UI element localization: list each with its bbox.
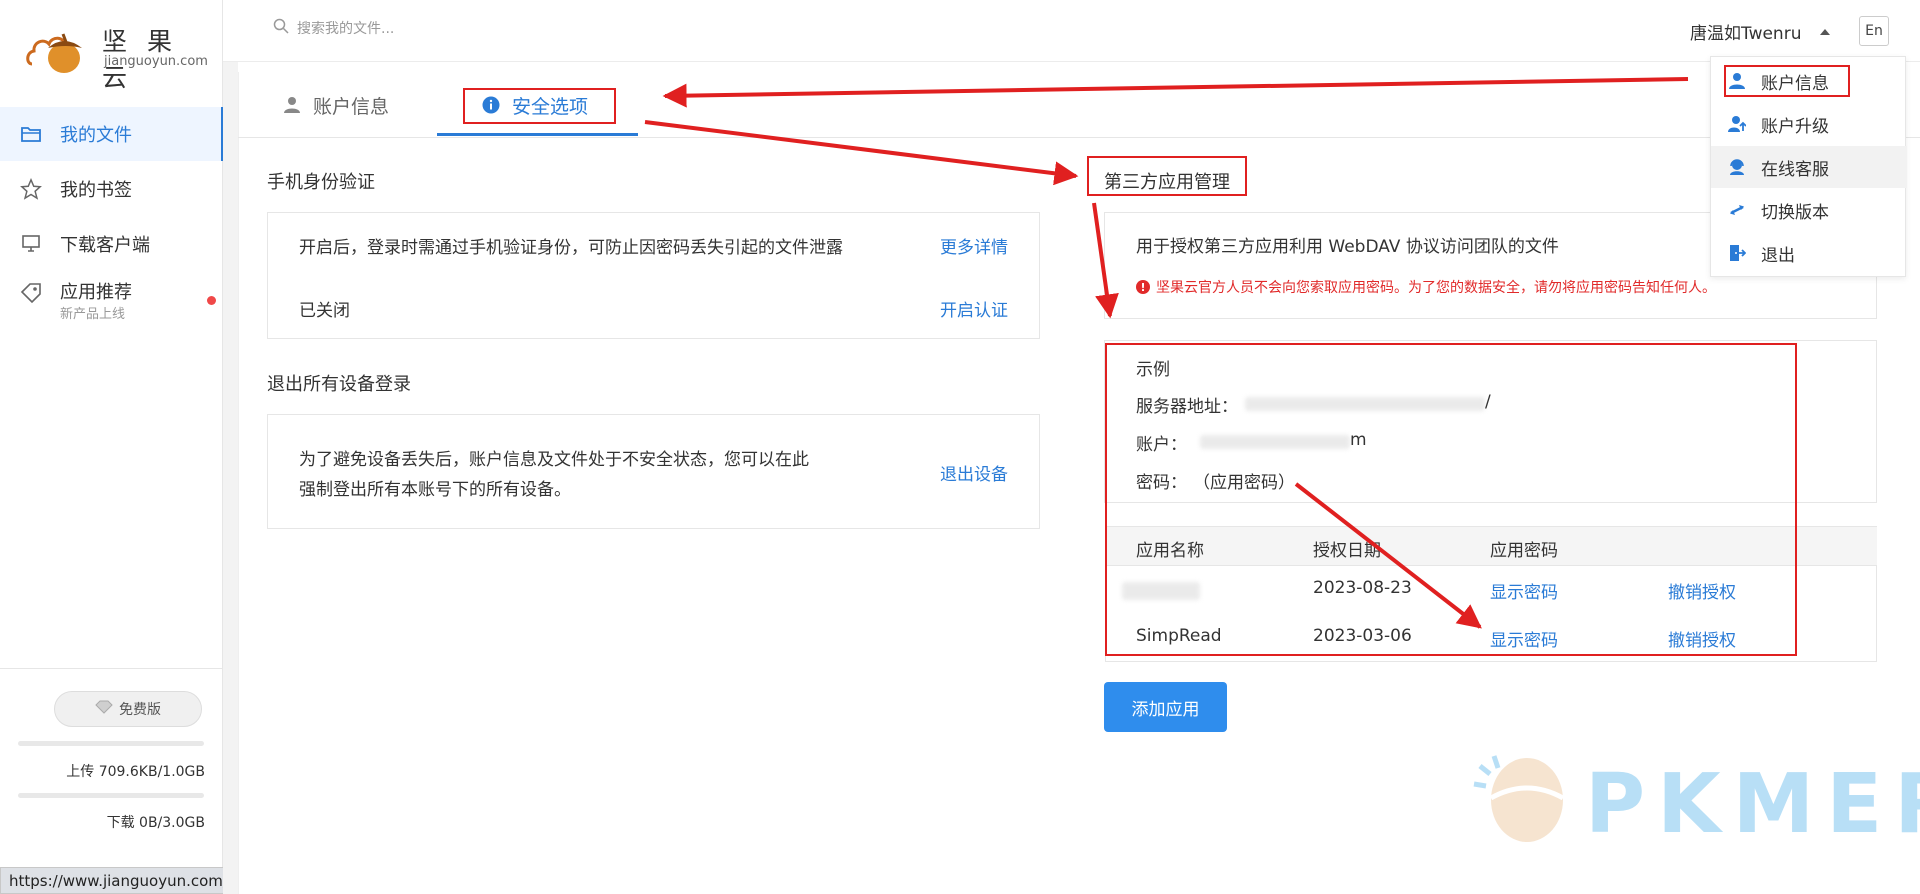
plan-label: 免费版 — [119, 702, 161, 718]
diamond-icon — [95, 700, 113, 718]
star-icon — [20, 178, 42, 200]
brand-logo[interactable]: 坚 果 云 jianguoyun.com — [26, 20, 208, 92]
warning-text: 坚果云官方人员不会向您索取应用密码。为了您的数据安全，请勿将应用密码告知任何人。 — [1156, 280, 1716, 296]
upload-quota-bar — [18, 741, 204, 746]
pkmer-logo-icon — [1473, 755, 1565, 842]
logout-all-title: 退出所有设备登录 — [267, 374, 411, 395]
notification-dot — [207, 296, 216, 305]
phone-auth-card: 开启后，登录时需通过手机验证身份，可防止因密码丢失引起的文件泄露 更多详情 已关… — [267, 212, 1040, 339]
user-icon — [283, 96, 301, 114]
sidebar-item-sublabel: 新产品上线 — [60, 307, 126, 322]
third-party-description: 用于授权第三方应用利用 WebDAV 协议访问团队的文件 — [1136, 237, 1559, 257]
content-gutter — [223, 62, 238, 894]
sidebar-item-app-recommend[interactable]: 应用推荐 新产品上线 — [0, 272, 223, 326]
switch-icon — [1727, 200, 1747, 220]
sidebar-item-label: 我的书签 — [60, 180, 132, 201]
folder-icon — [20, 123, 42, 145]
caret-up-icon[interactable] — [1820, 29, 1830, 35]
upload-quota-text: 上传 709.6KB/1.0GB — [66, 764, 205, 780]
language-button[interactable]: En — [1859, 16, 1889, 46]
annotation-box-app-details — [1105, 343, 1797, 656]
watermark-text: PKMER — [1585, 757, 1920, 852]
menu-item-label: 在线客服 — [1761, 159, 1829, 180]
phone-auth-status: 已关闭 — [299, 301, 350, 321]
search-icon — [273, 18, 289, 38]
menu-item-label: 退出 — [1761, 245, 1795, 266]
tag-icon — [20, 282, 42, 304]
brand-domain: jianguoyun.com — [104, 54, 208, 69]
menu-item-online-support[interactable]: 在线客服 — [1711, 146, 1907, 188]
sidebar-item-bookmarks[interactable]: 我的书签 — [0, 162, 223, 216]
top-bar: 搜索我的文件... 唐温如Twenru En — [223, 0, 1920, 62]
menu-item-label: 账户升级 — [1761, 116, 1829, 137]
add-app-button[interactable]: 添加应用 — [1104, 682, 1227, 732]
search-input[interactable]: 搜索我的文件... — [297, 18, 394, 38]
more-details-link[interactable]: 更多详情 — [940, 233, 1008, 258]
sidebar-item-label: 下载客户端 — [60, 235, 150, 256]
security-warning: ! 坚果云官方人员不会向您索取应用密码。为了您的数据安全，请勿将应用密码告知任何… — [1136, 277, 1716, 297]
logout-description-line1: 为了避免设备丢失后，账户信息及文件处于不安全状态，您可以在此 — [299, 450, 809, 470]
download-quota-bar — [18, 793, 204, 798]
search-box[interactable]: 搜索我的文件... — [273, 18, 394, 38]
active-tab-indicator — [437, 133, 638, 136]
menu-item-label: 切换版本 — [1761, 202, 1829, 223]
menu-item-switch-version[interactable]: 切换版本 — [1711, 189, 1907, 231]
annotation-box-account-info-menu — [1724, 65, 1850, 97]
phone-auth-title: 手机身份验证 — [267, 172, 375, 193]
sidebar: 坚 果 云 jianguoyun.com 我的文件 我的书签 下载客户端 应用推… — [0, 0, 223, 894]
annotation-box-security-tab — [463, 88, 616, 124]
acorn-cloud-icon — [26, 33, 82, 73]
logout-description-line2: 强制登出所有本账号下的所有设备。 — [299, 480, 571, 500]
sidebar-item-my-files[interactable]: 我的文件 — [0, 107, 223, 161]
sidebar-item-download-client[interactable]: 下载客户端 — [0, 217, 223, 271]
user-menu-trigger[interactable]: 唐温如Twenru — [1690, 19, 1801, 44]
quota-panel: 免费版 上传 709.6KB/1.0GB 下载 0B/3.0GB — [0, 668, 223, 894]
monitor-icon — [20, 233, 42, 255]
warning-icon: ! — [1136, 280, 1150, 294]
download-quota-text: 下载 0B/3.0GB — [106, 815, 205, 831]
menu-item-logout[interactable]: 退出 — [1711, 232, 1907, 274]
sidebar-item-label: 我的文件 — [60, 125, 132, 146]
logout-devices-link[interactable]: 退出设备 — [940, 460, 1008, 485]
upgrade-icon — [1727, 114, 1747, 134]
annotation-box-third-party-title — [1087, 156, 1247, 196]
phone-auth-description: 开启后，登录时需通过手机验证身份，可防止因密码丢失引起的文件泄露 — [299, 238, 843, 258]
tab-label: 账户信息 — [313, 95, 390, 118]
logout-all-card: 为了避免设备丢失后，账户信息及文件处于不安全状态，您可以在此 强制登出所有本账号… — [267, 414, 1040, 529]
menu-item-account-upgrade[interactable]: 账户升级 — [1711, 103, 1907, 145]
tab-account-info[interactable]: 账户信息 — [283, 72, 389, 138]
plan-badge[interactable]: 免费版 — [54, 691, 202, 727]
support-icon — [1727, 157, 1747, 177]
sidebar-item-label: 应用推荐 — [60, 282, 132, 303]
enable-auth-link[interactable]: 开启认证 — [940, 296, 1008, 321]
logout-icon — [1727, 243, 1747, 263]
